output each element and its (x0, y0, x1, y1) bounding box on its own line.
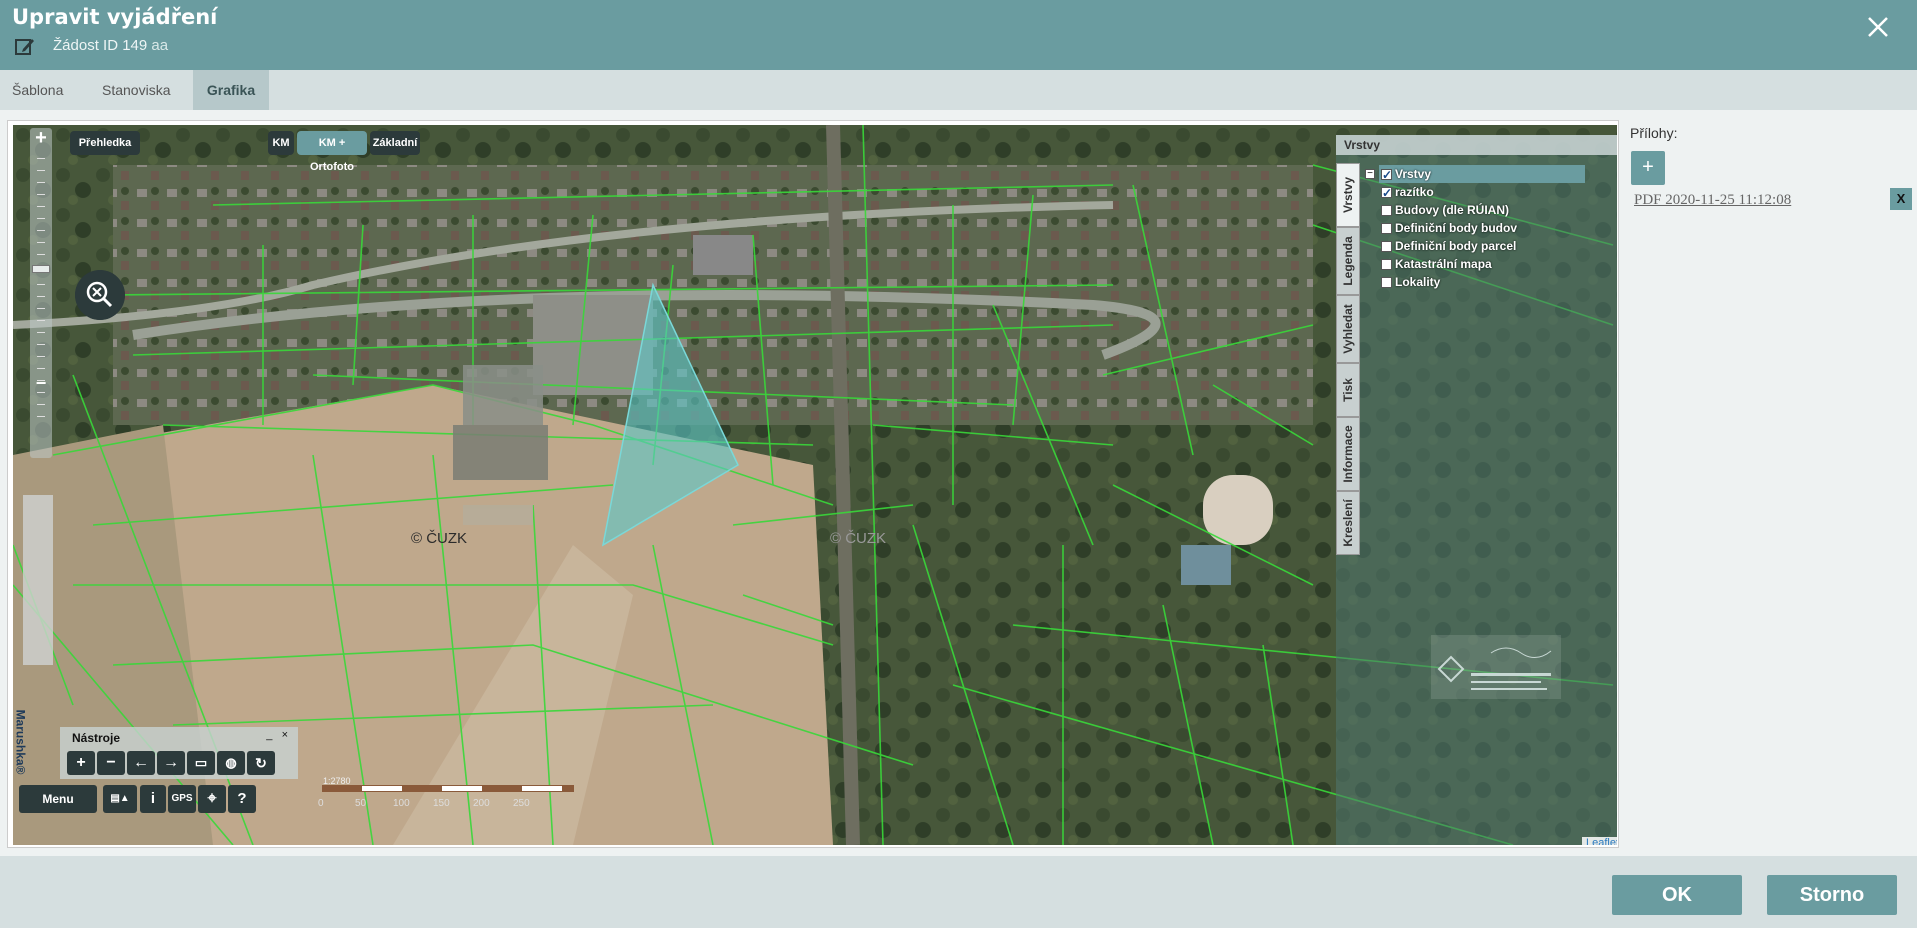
add-attachment-button[interactable]: + (1631, 151, 1665, 185)
content-area: Přehledka KM KM + Ortofoto Základní + − (0, 110, 1917, 856)
zoom-out-icon[interactable]: − (30, 373, 52, 395)
layers-panel: Vrstvy Vrstvy Legenda Vyhledat Tisk Info… (1336, 135, 1617, 845)
zoom-in-icon[interactable]: + (30, 128, 52, 150)
attachments-label: Přílohy: (1630, 125, 1678, 141)
locate-icon[interactable]: ⌖ (198, 785, 226, 813)
scale-ratio: 1:2780 (323, 776, 351, 786)
layer-def-body-budov[interactable]: Definiční body budov (1381, 219, 1517, 237)
tools-minimize[interactable]: _ (266, 729, 272, 741)
tab-sablona[interactable]: Šablona (0, 70, 75, 110)
zoom-slider[interactable]: + − (30, 128, 52, 458)
layer-tree: − Vrstvy razítko Budovy (dle RÚIAN) Defi… (1365, 163, 1617, 703)
overview-button[interactable]: Přehledka (70, 131, 140, 155)
tool-zoom-out-icon[interactable]: − (97, 751, 125, 775)
request-id-label: Žádost ID 149 (53, 37, 148, 54)
layer-budovy[interactable]: Budovy (dle RÚIAN) (1381, 201, 1509, 219)
scale-label-250: 250 (513, 798, 530, 809)
edit-icon (15, 39, 34, 55)
layer-razitko[interactable]: razítko (1381, 183, 1434, 202)
vtab-kresleni[interactable]: Kreslení (1336, 491, 1360, 555)
scale-bar (322, 785, 574, 792)
map-watermark: © ČUZK (411, 530, 468, 547)
layer-katastralni-mapa[interactable]: Katastrální mapa (1381, 255, 1492, 273)
vtab-informace[interactable]: Informace (1336, 417, 1360, 491)
checkbox-vrstvy[interactable] (1381, 166, 1392, 184)
tool-zoom-box-icon[interactable]: ▭ (187, 751, 215, 775)
vtab-legenda[interactable]: Legenda (1336, 227, 1360, 295)
map-canvas[interactable]: Přehledka KM KM + Ortofoto Základní + − (13, 125, 1617, 845)
basemap-km-ortofoto[interactable]: KM + Ortofoto (297, 131, 367, 173)
request-id: Žádost ID 149 aa (53, 37, 168, 54)
tools-panel: Nástroje _ × + − ← → ▭ ◍ ↻ (60, 727, 298, 779)
info-button[interactable]: i (140, 785, 166, 813)
scale-label-100: 100 (393, 798, 410, 809)
vtab-vyhledat[interactable]: Vyhledat (1336, 295, 1360, 363)
scale-label-150: 150 (433, 798, 450, 809)
scale-label-50: 50 (355, 798, 367, 809)
map-watermark-2: © ČUZK (830, 530, 887, 547)
tool-full-extent-icon[interactable]: ◍ (217, 751, 245, 775)
menu-button[interactable]: Menu (19, 785, 97, 813)
ok-button[interactable]: OK (1612, 875, 1742, 915)
dialog-title: Upravit vyjádření (12, 5, 218, 29)
tool-back-icon[interactable]: ← (127, 751, 155, 775)
checkbox-budovy[interactable] (1381, 205, 1392, 216)
scale-label-0: 0 (318, 798, 324, 809)
map-frame: Přehledka KM KM + Ortofoto Základní + − (7, 120, 1619, 848)
layer-def-body-parcel[interactable]: Definiční body parcel (1381, 237, 1516, 255)
tools-close[interactable]: × (282, 729, 288, 741)
attachment-file-link[interactable]: PDF 2020-11-25 11:12:08 (1634, 192, 1791, 209)
checkbox-katastralni-mapa[interactable] (1381, 259, 1392, 270)
vtab-vrstvy[interactable]: Vrstvy (1336, 163, 1360, 227)
checkbox-razitko[interactable] (1381, 184, 1392, 202)
tab-stanoviska[interactable]: Stanoviska (90, 70, 182, 110)
basemap-km[interactable]: KM (268, 131, 294, 155)
tab-grafika[interactable]: Grafika (193, 70, 269, 110)
cancel-button[interactable]: Storno (1767, 875, 1897, 915)
vtab-tisk[interactable]: Tisk (1336, 363, 1360, 417)
help-button[interactable]: ? (228, 785, 256, 813)
collapse-icon[interactable]: − (1365, 169, 1375, 179)
zoom-extent-icon[interactable] (75, 270, 125, 320)
tools-title: Nástroje (72, 731, 121, 745)
checkbox-def-body-budov[interactable] (1381, 223, 1392, 234)
close-icon[interactable] (1865, 14, 1891, 40)
tool-refresh-icon[interactable]: ↻ (247, 751, 275, 775)
tool-forward-icon[interactable]: → (157, 751, 185, 775)
layer-vrstvy[interactable]: Vrstvy (1379, 165, 1585, 184)
delete-attachment-button[interactable]: X (1890, 188, 1912, 210)
request-name: aa (151, 37, 169, 54)
tab-bar: Šablona Stanoviska Grafika (0, 70, 1917, 110)
checkbox-lokality[interactable] (1381, 277, 1392, 288)
dialog-footer: OK Storno (0, 856, 1917, 928)
measure-icon[interactable]: ▤▲ (103, 785, 137, 813)
layers-panel-title: Vrstvy (1336, 135, 1617, 155)
zoom-slider-handle[interactable] (32, 265, 50, 273)
marushka-logo-text: Marushka® (13, 709, 28, 775)
layer-lokality[interactable]: Lokality (1381, 273, 1440, 291)
tools-controls[interactable]: _ × (266, 729, 288, 741)
leaflet-attribution[interactable]: Leaflet (1581, 837, 1617, 845)
dialog-header: Upravit vyjádření Žádost ID 149 aa (0, 0, 1917, 70)
gps-button[interactable]: GPS (168, 785, 196, 813)
scale-label-200: 200 (473, 798, 490, 809)
stamp-logo (1431, 635, 1561, 699)
marushka-brand: Marushka® (13, 705, 35, 785)
tool-zoom-in-icon[interactable]: + (67, 751, 95, 775)
checkbox-def-body-parcel[interactable] (1381, 241, 1392, 252)
basemap-zakladni[interactable]: Základní (370, 131, 420, 155)
